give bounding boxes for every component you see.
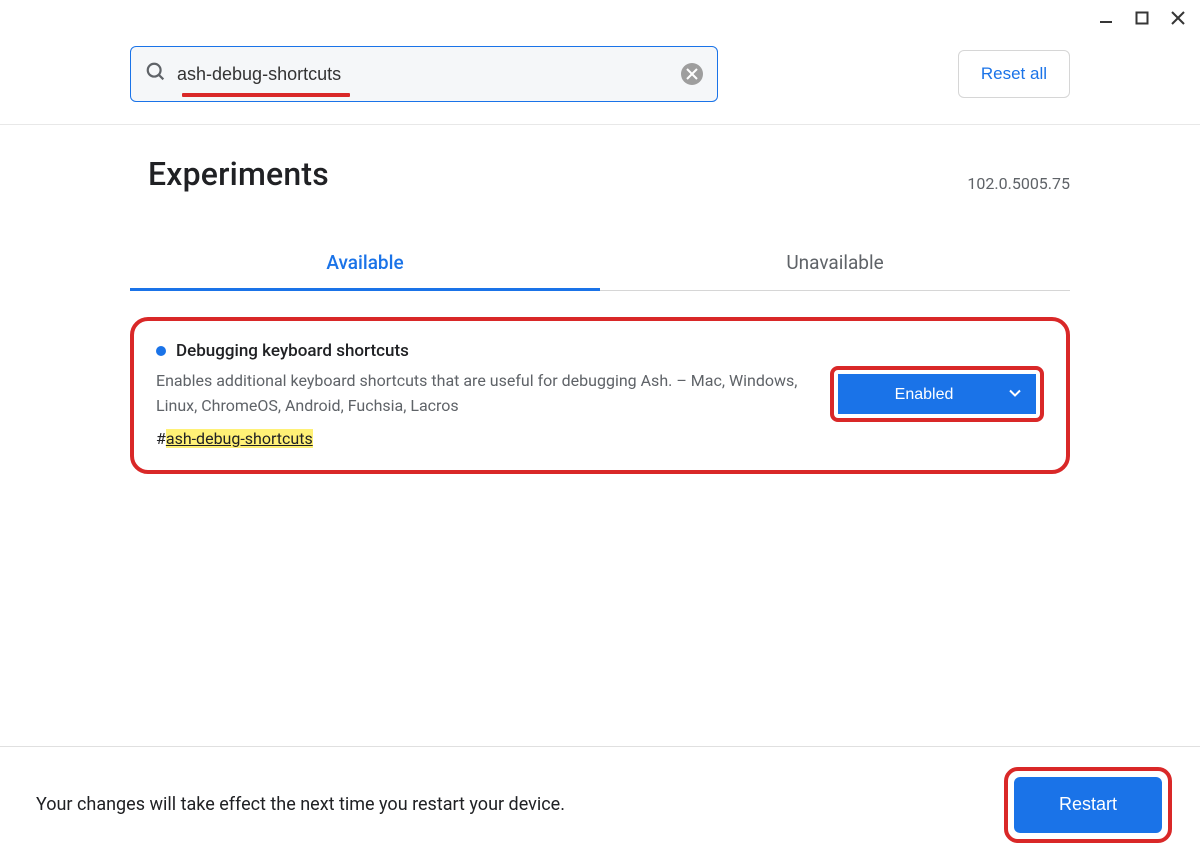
tabs: Available Unavailable xyxy=(130,237,1070,291)
minimize-button[interactable] xyxy=(1096,8,1116,28)
title-row: Experiments 102.0.5005.75 xyxy=(130,155,1070,193)
version-text: 102.0.5005.75 xyxy=(967,174,1070,193)
search-wrap xyxy=(130,46,718,102)
modified-indicator-icon xyxy=(156,346,166,356)
footer-bar: Your changes will take effect the next t… xyxy=(0,746,1200,862)
close-button[interactable] xyxy=(1168,8,1188,28)
reset-all-button[interactable]: Reset all xyxy=(958,50,1070,98)
flag-card: Debugging keyboard shortcuts Enables add… xyxy=(130,317,1070,474)
flag-tag[interactable]: #ash-debug-shortcuts xyxy=(156,429,812,448)
annotation-underline xyxy=(182,93,350,97)
maximize-button[interactable] xyxy=(1132,8,1152,28)
annotation-box-select: Enabled xyxy=(830,366,1044,422)
search-icon xyxy=(145,61,167,87)
restart-button[interactable]: Restart xyxy=(1014,777,1162,833)
tab-unavailable[interactable]: Unavailable xyxy=(600,237,1070,291)
flag-info: Debugging keyboard shortcuts Enables add… xyxy=(156,341,812,448)
flag-title-row: Debugging keyboard shortcuts xyxy=(156,341,812,361)
window-controls xyxy=(1096,8,1188,28)
footer-text: Your changes will take effect the next t… xyxy=(36,794,565,815)
content-area: Experiments 102.0.5005.75 Available Unav… xyxy=(0,125,1200,474)
page-title: Experiments xyxy=(148,155,329,193)
flag-tag-hash: # xyxy=(156,429,166,448)
header-bar: Reset all xyxy=(0,0,1200,125)
flag-title: Debugging keyboard shortcuts xyxy=(176,341,409,361)
annotation-box-restart: Restart xyxy=(1004,767,1172,843)
search-input[interactable] xyxy=(177,64,671,85)
flag-state-select[interactable]: Enabled xyxy=(838,374,1036,414)
flag-description: Enables additional keyboard shortcuts th… xyxy=(156,369,812,419)
flag-tag-name: ash-debug-shortcuts xyxy=(166,429,313,448)
clear-search-button[interactable] xyxy=(681,63,703,85)
tab-available[interactable]: Available xyxy=(130,237,600,291)
flag-control: Enabled xyxy=(830,341,1044,448)
